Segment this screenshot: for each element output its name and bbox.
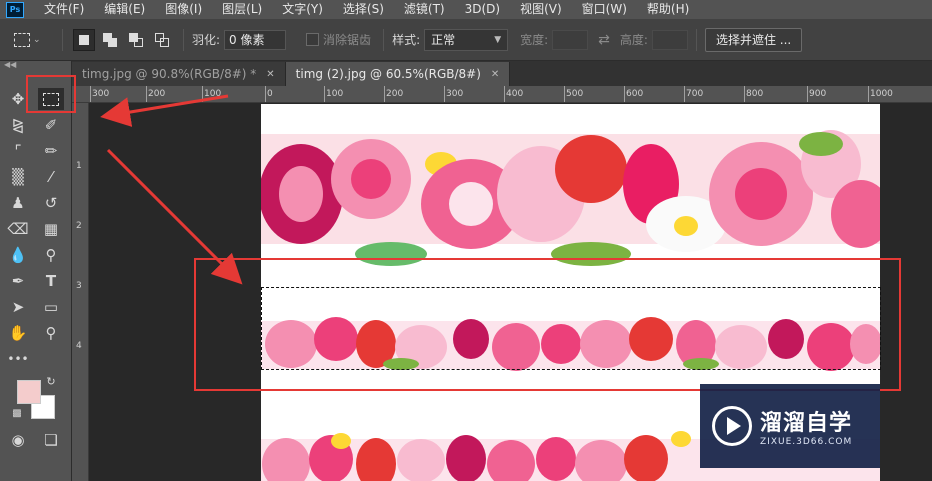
watermark-title: 溜溜自学 <box>760 411 853 436</box>
arrow-to-selection <box>106 148 243 285</box>
arrow-to-tool <box>100 94 229 127</box>
watermark-logo: 溜溜自学 ZIXUE.3D66.COM <box>700 384 880 468</box>
play-icon <box>712 406 752 446</box>
watermark-url: ZIXUE.3D66.COM <box>760 437 853 447</box>
foreground-color-swatch[interactable] <box>17 380 41 404</box>
